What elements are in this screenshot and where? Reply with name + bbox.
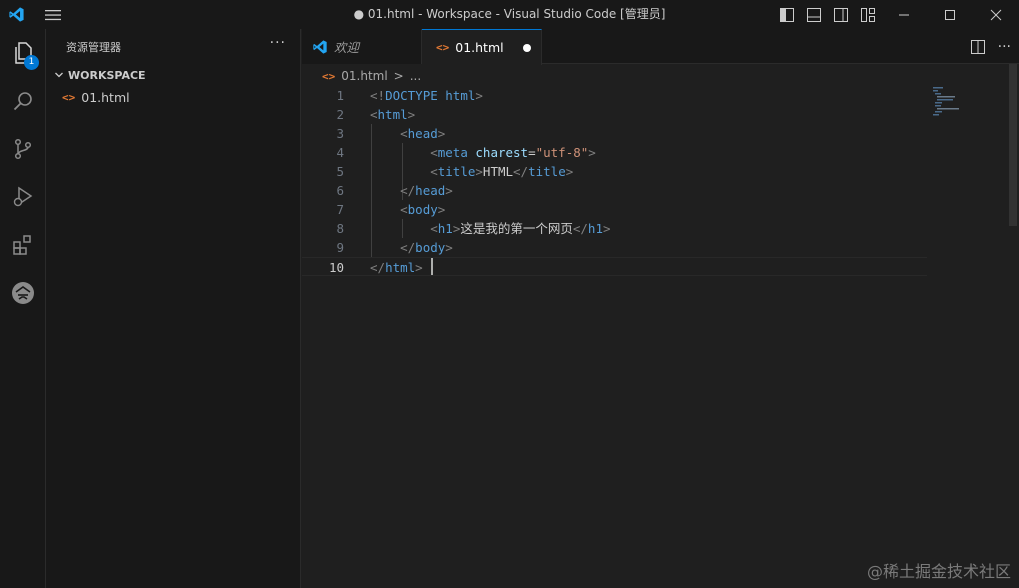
- line-number: 3: [336, 126, 344, 141]
- line-number: 9: [336, 240, 344, 255]
- code-line[interactable]: 4 <meta charest="utf-8">: [302, 143, 927, 162]
- activity-bar: 1: [0, 29, 46, 588]
- toggle-secondary-sidebar-icon[interactable]: [829, 4, 852, 26]
- html-file-icon: <>: [322, 69, 336, 83]
- title-bar: ● 01.html - Workspace - Visual Studio Co…: [0, 0, 1019, 29]
- chevron-down-icon: [52, 70, 66, 80]
- breadcrumb: <> 01.html > ...: [302, 65, 1019, 87]
- explorer-header: 资源管理器 ···: [46, 29, 300, 64]
- tab-label: 01.html: [455, 40, 504, 55]
- line-number: 10: [328, 260, 344, 275]
- code-text: <html>: [370, 107, 416, 122]
- line-number: 4: [336, 145, 344, 160]
- code-line[interactable]: 6 </head>: [302, 181, 927, 200]
- explorer-badge: 1: [24, 55, 39, 70]
- code-line[interactable]: 9 </body>: [302, 238, 927, 257]
- vertical-scrollbar[interactable]: [1009, 64, 1017, 226]
- minimize-icon[interactable]: [881, 0, 927, 29]
- minimap[interactable]: [931, 86, 971, 116]
- code-text: <!DOCTYPE html>: [370, 88, 483, 103]
- line-number: 2: [336, 107, 344, 122]
- split-editor-icon[interactable]: [970, 39, 986, 55]
- code-text: <title>HTML</title>: [430, 164, 574, 179]
- workspace-section-header[interactable]: WORKSPACE: [46, 64, 300, 86]
- html-file-icon: <>: [62, 90, 76, 104]
- code-text: <h1>这是我的第一个网页</h1>: [430, 221, 611, 236]
- extensions-icon[interactable]: [0, 221, 46, 269]
- code-line[interactable]: 10 </html>: [302, 257, 927, 276]
- workspace-section-label: WORKSPACE: [68, 68, 146, 82]
- html-file-icon: <>: [436, 41, 450, 54]
- tab-label: 欢迎: [334, 40, 360, 55]
- breadcrumb-file[interactable]: 01.html: [341, 69, 387, 83]
- code-line[interactable]: 8 <h1>这是我的第一个网页</h1>: [302, 219, 927, 238]
- line-number: 7: [336, 202, 344, 217]
- code-text: </head>: [400, 183, 453, 198]
- tab-welcome[interactable]: 欢迎: [302, 29, 422, 64]
- code-text: <head>: [400, 126, 446, 141]
- vscode-logo-icon: [312, 39, 328, 55]
- customize-layout-icon[interactable]: [856, 4, 879, 26]
- more-actions-icon[interactable]: ···: [998, 39, 1011, 55]
- run-debug-icon[interactable]: [0, 173, 46, 221]
- code-editor[interactable]: 1 <!DOCTYPE html> 2 <html> 3 <head> 4 <meta c…: [302, 86, 1019, 588]
- maximize-icon[interactable]: [927, 0, 973, 29]
- code-text: <body>: [400, 202, 446, 217]
- code-text: </body>: [400, 240, 453, 255]
- toggle-panel-icon[interactable]: [802, 4, 825, 26]
- code-line[interactable]: 2 <html>: [302, 105, 927, 124]
- vscode-logo-icon[interactable]: [1, 0, 31, 29]
- code-text: <meta charest="utf-8">: [430, 145, 596, 160]
- toggle-primary-sidebar-icon[interactable]: [775, 4, 798, 26]
- line-number: 8: [336, 221, 344, 236]
- code-text: </html>: [370, 260, 423, 275]
- code-line[interactable]: 3 <head>: [302, 124, 927, 143]
- watermark: @稀土掘金技术社区: [866, 562, 1011, 581]
- menu-icon[interactable]: [38, 0, 68, 29]
- remote-icon[interactable]: [0, 269, 46, 317]
- close-icon[interactable]: [973, 0, 1019, 29]
- explorer-title: 资源管理器: [66, 40, 121, 54]
- text-cursor: [431, 258, 433, 275]
- file-tree-item-01-html[interactable]: <> 01.html: [46, 86, 300, 108]
- line-number: 6: [336, 183, 344, 198]
- unsaved-dot-icon[interactable]: [523, 44, 531, 52]
- explorer-sidebar: 资源管理器 ··· WORKSPACE <> 01.html: [46, 29, 301, 588]
- code-line[interactable]: 7 <body>: [302, 200, 927, 219]
- breadcrumb-symbols[interactable]: ...: [410, 69, 421, 83]
- source-control-icon[interactable]: [0, 125, 46, 173]
- line-number: 1: [336, 88, 344, 103]
- explorer-icon[interactable]: 1: [0, 29, 46, 77]
- editor-tabs: 欢迎 <> 01.html ···: [302, 29, 1019, 65]
- code-line[interactable]: 1 <!DOCTYPE html>: [302, 86, 927, 105]
- tab-01-html[interactable]: <> 01.html: [422, 29, 542, 65]
- file-tree-item-label: 01.html: [81, 89, 130, 105]
- breadcrumb-separator: >: [393, 69, 404, 83]
- more-actions-icon[interactable]: ···: [270, 35, 286, 51]
- code-line[interactable]: 5 <title>HTML</title>: [302, 162, 927, 181]
- search-icon[interactable]: [0, 77, 46, 125]
- line-number: 5: [336, 164, 344, 179]
